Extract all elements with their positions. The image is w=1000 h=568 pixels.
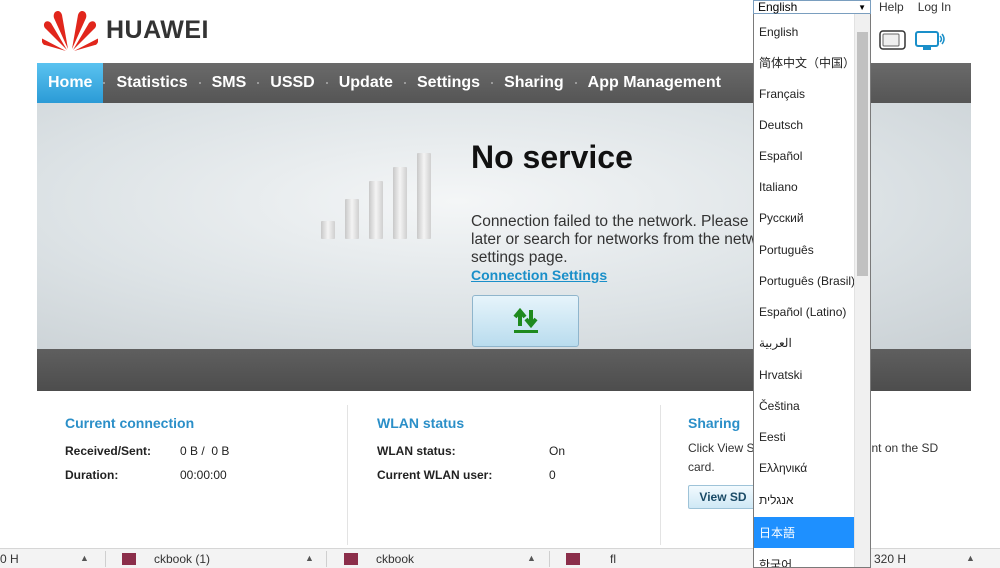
signal-bar: [417, 153, 431, 239]
language-option[interactable]: Português: [754, 234, 855, 265]
download-separator: [105, 551, 106, 567]
panel-divider: [347, 405, 348, 545]
language-option[interactable]: Español: [754, 140, 855, 171]
language-option[interactable]: English: [754, 16, 855, 47]
language-select[interactable]: English ▼: [753, 0, 871, 14]
chevron-up-icon[interactable]: ▲: [527, 553, 536, 563]
scrollbar-thumb[interactable]: [857, 32, 868, 276]
download-item[interactable]: ckbook: [344, 549, 414, 568]
language-option[interactable]: Русский: [754, 202, 855, 233]
panel-divider: [660, 405, 661, 545]
chevron-up-icon[interactable]: ▲: [80, 553, 89, 563]
download-item[interactable]: 0 H: [0, 549, 19, 568]
wlan-status-title: WLAN status: [377, 415, 465, 431]
download-separator: [326, 551, 327, 567]
current-connection-panel: Current connection Received/Sent: 0 B / …: [65, 415, 325, 545]
received-sent-label: Received/Sent:: [65, 444, 152, 458]
sharing-text-line2: card.: [688, 460, 715, 474]
language-option[interactable]: 简体中文（中国）: [754, 47, 855, 78]
language-select-value: English: [758, 0, 798, 14]
connect-arrows-icon: [512, 307, 538, 333]
duration-row: Duration: 00:00:00: [65, 463, 325, 487]
monitor-icon: [914, 30, 946, 57]
current-connection-title: Current connection: [65, 415, 195, 431]
nav-statistics[interactable]: Statistics: [105, 63, 198, 103]
sharing-text-left: Click View S: [688, 441, 755, 455]
signal-strength-icon: [321, 151, 437, 239]
view-sd-button[interactable]: View SD: [688, 485, 758, 509]
language-option[interactable]: Eesti: [754, 421, 855, 452]
language-option[interactable]: العربية: [754, 327, 855, 358]
language-option[interactable]: Deutsch: [754, 109, 855, 140]
language-option[interactable]: אנגלית: [754, 484, 855, 515]
duration-value: 00:00:00: [180, 468, 227, 482]
language-option[interactable]: Français: [754, 78, 855, 109]
signal-bar: [369, 181, 383, 239]
nav-sharing[interactable]: Sharing: [493, 63, 575, 103]
brand-name: HUAWEI: [106, 15, 209, 44]
language-options-list: English 简体中文（中国） Français Deutsch Españo…: [753, 14, 871, 568]
duration-label: Duration:: [65, 468, 119, 482]
wlan-user-value: 0: [549, 468, 556, 482]
language-option[interactable]: 한국어: [754, 549, 855, 567]
huawei-flower-icon: [42, 11, 98, 51]
download-item[interactable]: fl: [566, 549, 616, 568]
signal-bar: [393, 167, 407, 239]
signal-bar: [321, 221, 335, 239]
top-links: Help Log In: [879, 0, 951, 14]
nav-app-management[interactable]: App Management: [577, 63, 732, 103]
huawei-logo: HUAWEI: [42, 8, 209, 52]
language-option-highlighted[interactable]: 日本語: [754, 517, 855, 548]
language-option[interactable]: Ελληνικά: [754, 452, 855, 483]
file-icon: [344, 553, 358, 565]
sim-icon: [879, 30, 907, 55]
received-sent-value: 0 B / 0 B: [180, 444, 230, 458]
wlan-user-row: Current WLAN user: 0: [377, 463, 637, 487]
dropdown-arrow-icon: ▼: [858, 3, 866, 12]
wlan-status-panel: WLAN status WLAN status: On Current WLAN…: [377, 415, 637, 545]
help-link[interactable]: Help: [879, 0, 904, 14]
router-web-ui: HUAWEI Help Log In Home Statistics SMS U…: [0, 0, 1000, 568]
connection-settings-link[interactable]: Connection Settings: [471, 267, 607, 283]
nav-ussd[interactable]: USSD: [259, 63, 325, 103]
language-option[interactable]: Português (Brasil): [754, 265, 855, 296]
download-item-name: ckbook (1): [154, 552, 211, 566]
wlan-status-value: On: [549, 444, 566, 458]
nav-sms[interactable]: SMS: [201, 63, 258, 103]
nav-update[interactable]: Update: [328, 63, 404, 103]
sharing-text-right: tent on the SD: [861, 441, 939, 455]
language-option[interactable]: Hrvatski: [754, 359, 855, 390]
file-icon: [566, 553, 580, 565]
login-link[interactable]: Log In: [918, 0, 951, 14]
download-item-name: fl: [610, 552, 616, 566]
file-icon: [122, 553, 136, 565]
download-item[interactable]: ckbook (1): [122, 549, 210, 568]
wlan-user-label: Current WLAN user:: [377, 468, 493, 482]
signal-bar: [345, 199, 359, 239]
language-option[interactable]: Italiano: [754, 171, 855, 202]
download-item-name: ckbook: [376, 552, 415, 566]
language-option[interactable]: Español (Latino): [754, 296, 855, 327]
language-list-scrollbar[interactable]: [854, 14, 870, 567]
received-sent-row: Received/Sent: 0 B / 0 B: [65, 439, 325, 463]
connect-button[interactable]: [472, 295, 579, 347]
language-option[interactable]: Čeština: [754, 390, 855, 421]
connection-status-title: No service: [471, 139, 633, 175]
download-separator: [549, 551, 550, 567]
chevron-up-icon[interactable]: ▲: [966, 553, 975, 563]
wlan-status-row: WLAN status: On: [377, 439, 637, 463]
chevron-up-icon[interactable]: ▲: [305, 553, 314, 563]
nav-settings[interactable]: Settings: [406, 63, 491, 103]
wlan-status-label: WLAN status:: [377, 444, 456, 458]
connection-status-message: Connection failed to the network. Please…: [471, 213, 758, 266]
nav-home[interactable]: Home: [37, 63, 104, 103]
download-item[interactable]: 320 H: [874, 549, 906, 568]
